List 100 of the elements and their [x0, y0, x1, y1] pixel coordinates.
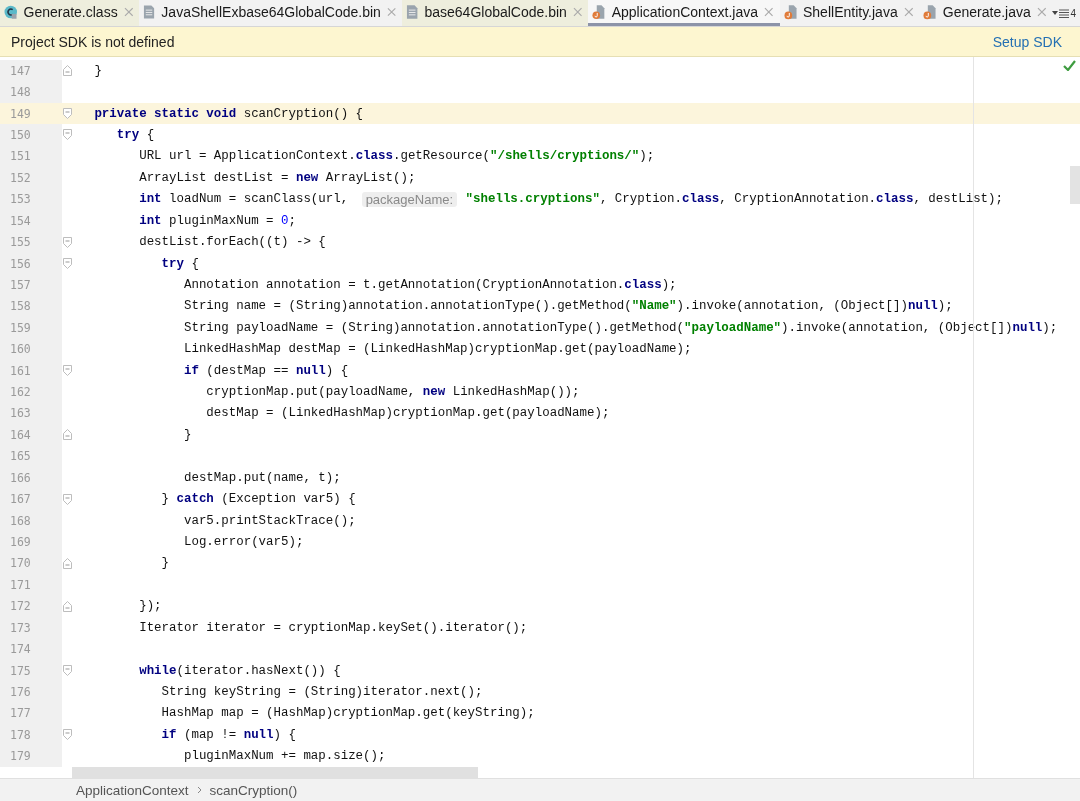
editor-tab[interactable]: ApplicationContext.java [588, 0, 780, 26]
close-icon[interactable] [764, 6, 774, 17]
code-text: ArrayList destList = new ArrayList(); [138, 170, 416, 185]
code-text: var5.printStackTrace(); [182, 513, 356, 528]
code-text: private static void scanCryption() { [93, 106, 364, 121]
code-text: } catch (Exception var5) { [160, 492, 356, 507]
unfold-icon[interactable] [62, 557, 72, 569]
code-text: Log.error(var5); [182, 535, 304, 549]
line-number: 152 [0, 167, 62, 189]
code-text: } [160, 556, 170, 571]
code-text: Annotation annotation = t.getAnnotation(CryptionAnnotation.class); [182, 277, 677, 292]
line-number: 164 [0, 424, 62, 446]
line-number: 160 [0, 338, 62, 360]
line-number: 153 [0, 188, 62, 210]
close-icon[interactable] [572, 6, 583, 17]
code-text: LinkedHashMap destMap = (LinkedHashMap)cryptionMap.get(payloadName); [182, 342, 692, 357]
fold-icon[interactable] [62, 236, 72, 248]
close-icon[interactable] [1036, 6, 1047, 17]
editor-tab[interactable]: base64GlobalCode.bin [402, 0, 589, 26]
line-number: 166 [0, 467, 62, 489]
class-file-icon [4, 4, 18, 19]
code-text: "shells.cryptions", Cryption.class, CryptionAnnotation.class, destList); [464, 192, 1003, 207]
line-number: 157 [0, 274, 62, 296]
line-number: 147 [0, 60, 62, 82]
parameter-hint: packageName: [361, 191, 458, 207]
code-text: String keyString = (String)iterator.next(); [160, 684, 483, 699]
code-text: if (map != null) { [160, 727, 296, 742]
code-text: try { [160, 256, 199, 271]
breadcrumb[interactable]: scanCryption() [209, 782, 298, 798]
java-file-icon [923, 3, 937, 20]
line-number: 167 [0, 488, 62, 510]
banner-message: Project SDK is not defined [11, 33, 175, 50]
line-number: 176 [0, 681, 62, 703]
code-text: while(iterator.hasNext()) { [138, 663, 341, 678]
fold-icon[interactable] [62, 665, 72, 676]
fold-icon[interactable] [62, 129, 72, 141]
line-number: 171 [0, 574, 62, 596]
code-text: String name = (String)annotation.annotationType().getMethod("Name").invoke(annotation, (Object[])null); [182, 299, 953, 314]
list-icon[interactable] [1059, 8, 1070, 18]
unfold-icon[interactable] [62, 429, 72, 441]
fold-icon[interactable] [62, 493, 72, 505]
line-number: 161 [0, 359, 62, 382]
line-number: 169 [0, 531, 62, 553]
code-text: cryptionMap.put(payloadName, new LinkedHashMap()); [205, 385, 580, 400]
line-number: 178 [0, 724, 62, 746]
horizontal-scrollbar[interactable] [72, 767, 478, 778]
close-icon[interactable] [386, 6, 397, 17]
binary-file-icon [406, 3, 419, 20]
line-number: 177 [0, 702, 62, 725]
line-number: 173 [0, 616, 62, 639]
code-text: int loadNum = scanClass(url, [138, 192, 350, 207]
java-file-icon [783, 3, 797, 20]
line-number: 170 [0, 552, 62, 575]
caret-icon[interactable] [1052, 11, 1059, 15]
line-number: 158 [0, 295, 62, 318]
binary-file-icon [143, 3, 156, 20]
line-number: 162 [0, 381, 62, 403]
code-text: } [93, 63, 102, 78]
code-text: String payloadName = (String)annotation.annotationType().getMethod("payloadName").invoke(annotation, (Object[])null); [182, 320, 1058, 335]
line-number: 165 [0, 445, 62, 467]
unfold-icon[interactable] [62, 65, 72, 77]
code-text: try { [115, 127, 155, 142]
code-text: HashMap map = (HashMap)cryptionMap.get(keyString); [160, 706, 535, 721]
java-file-icon [592, 3, 606, 20]
close-icon[interactable] [123, 6, 134, 17]
fold-icon[interactable] [62, 108, 72, 120]
line-number: 151 [0, 145, 62, 168]
close-icon[interactable] [903, 6, 914, 17]
code-text: int pluginMaxNum = 0; [138, 213, 296, 228]
fold-icon[interactable] [62, 729, 72, 741]
fold-icon[interactable] [62, 258, 72, 269]
breadcrumb[interactable]: ApplicationContext [76, 782, 189, 798]
line-number: 179 [0, 745, 62, 767]
code-text: destMap.put(name, t); [182, 470, 341, 485]
editor-tab[interactable]: Generate.class [0, 0, 140, 26]
code-text: destMap = (LinkedHashMap)cryptionMap.get(payloadName); [205, 406, 610, 421]
line-number: 175 [0, 659, 62, 682]
line-number: 172 [0, 595, 62, 617]
code-text: URL url = ApplicationContext.class.getResource("/shells/cryptions/"); [138, 149, 655, 164]
code-text: Iterator iterator = cryptionMap.keySet().iterator(); [138, 620, 528, 635]
chevron-icon [196, 786, 202, 794]
line-number: 163 [0, 402, 62, 425]
line-number: 148 [0, 81, 62, 103]
line-number: 174 [0, 638, 62, 660]
line-number: 156 [0, 252, 62, 275]
code-text: pluginMaxNum += map.size(); [182, 749, 386, 764]
fold-icon[interactable] [62, 365, 72, 377]
line-number: 150 [0, 124, 62, 146]
scrollbar-thumb[interactable] [1070, 166, 1080, 204]
code-text: destList.forEach((t) -> { [138, 235, 326, 250]
unfold-icon[interactable] [62, 600, 72, 612]
line-number: 159 [0, 317, 62, 339]
setup-sdk-link[interactable]: Setup SDK [992, 33, 1062, 50]
line-number: 155 [0, 231, 62, 253]
line-number: 154 [0, 209, 62, 232]
tab-count[interactable]: 4 [1070, 7, 1076, 19]
check-icon [1063, 60, 1076, 71]
code-text: }); [138, 599, 162, 614]
code-text: } [182, 427, 192, 442]
line-number: 168 [0, 509, 62, 532]
